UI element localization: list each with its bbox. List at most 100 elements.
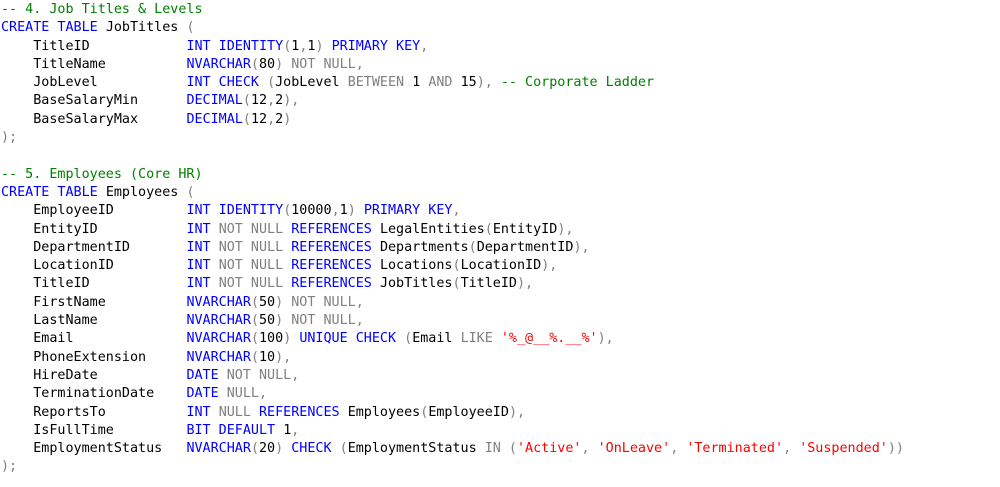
code-token: NOT NULL	[218, 276, 292, 292]
code-line[interactable]: TerminationDate DATE NULL,	[0, 385, 1000, 403]
code-token: )	[283, 331, 300, 347]
code-token: ),	[573, 239, 590, 255]
code-token: (	[250, 441, 259, 457]
code-line[interactable]: FirstName NVARCHAR(50) NOT NULL,	[0, 294, 1000, 312]
code-line[interactable]: EntityID INT NOT NULL REFERENCES LegalEn…	[0, 221, 1000, 239]
code-line[interactable]: HireDate DATE NOT NULL,	[0, 367, 1000, 385]
code-line[interactable]: ​	[0, 147, 1000, 165]
code-token: JobTitles	[379, 276, 453, 292]
code-line[interactable]: EmployeeID INT IDENTITY(10000,1) PRIMARY…	[0, 202, 1000, 220]
code-line[interactable]: PhoneExtension NVARCHAR(10),	[0, 349, 1000, 367]
code-token: ),	[275, 349, 292, 365]
code-token: INT CHECK	[186, 75, 268, 91]
code-token: AND	[428, 75, 461, 91]
code-token: EmployeeID	[428, 404, 509, 420]
code-token: ReportsTo	[1, 404, 187, 420]
code-line[interactable]: CREATE TABLE Employees (	[0, 184, 1000, 202]
code-token: ,	[670, 441, 687, 457]
code-line[interactable]: CREATE TABLE JobTitles (	[0, 19, 1000, 37]
code-line[interactable]: ReportsTo INT NULL REFERENCES Employees(…	[0, 404, 1000, 422]
sql-code-editor[interactable]: -- 4. Job Titles & Levels CREATE TABLE Jo…	[0, 0, 1000, 487]
code-line[interactable]: TitleID INT IDENTITY(1,1) PRIMARY KEY,	[0, 38, 1000, 56]
code-token: ),	[541, 258, 558, 274]
code-token: IN (	[484, 441, 517, 457]
code-token: INT	[186, 239, 219, 255]
code-token: TitleID	[460, 276, 517, 292]
code-token: ) NOT NULL,	[275, 313, 364, 329]
code-token: ),	[283, 93, 300, 109]
code-token: (	[250, 294, 259, 310]
code-token: (	[250, 331, 259, 347]
code-token: )	[283, 111, 292, 127]
code-token: ,	[581, 441, 598, 457]
code-token: 50	[259, 294, 276, 310]
code-token: DECIMAL	[186, 111, 243, 127]
code-token: INT IDENTITY	[186, 203, 284, 219]
code-token: TitleName	[1, 56, 187, 72]
code-line[interactable]: BaseSalaryMax DECIMAL(12,2)	[0, 111, 1000, 129]
code-line[interactable]: BaseSalaryMin DECIMAL(12,2),	[0, 92, 1000, 110]
code-line[interactable]: JobLevel INT CHECK (JobLevel BETWEEN 1 A…	[0, 74, 1000, 92]
code-token: DATE	[186, 367, 227, 383]
code-token: '%_@__%.__%'	[500, 331, 598, 347]
code-token: ,	[291, 422, 300, 438]
code-token: REFERENCES	[291, 276, 380, 292]
code-token: LastName	[1, 313, 187, 329]
code-line[interactable]: DepartmentID INT NOT NULL REFERENCES Dep…	[0, 239, 1000, 257]
code-token: PRIMARY KEY	[363, 203, 453, 219]
code-token: EmploymentStatus	[1, 441, 187, 457]
code-token: (	[339, 441, 348, 457]
code-token: LocationID	[1, 258, 187, 274]
code-line[interactable]: LocationID INT NOT NULL REFERENCES Locat…	[0, 257, 1000, 275]
code-token: (	[186, 20, 195, 36]
code-token: ,	[267, 93, 276, 109]
code-token: DepartmentID	[476, 239, 574, 255]
code-token: 12	[250, 111, 268, 127]
code-token: BaseSalaryMin	[1, 93, 187, 109]
code-token: 'Active'	[517, 441, 582, 457]
code-token: (	[468, 239, 477, 255]
code-token: ,	[783, 441, 800, 457]
code-token: REFERENCES	[259, 404, 348, 420]
code-token: ,	[331, 203, 340, 219]
code-token: NOT NULL,	[226, 367, 300, 383]
code-token: LocationID	[460, 258, 542, 274]
code-token: 'Terminated'	[686, 441, 784, 457]
code-token: NVARCHAR	[186, 441, 251, 457]
code-line[interactable]: );	[0, 129, 1000, 147]
code-token: NULL	[218, 404, 259, 420]
code-line[interactable]: );	[0, 458, 1000, 476]
code-token: (	[267, 75, 276, 91]
code-token: ),	[508, 404, 526, 420]
code-token: TerminationDate	[1, 386, 187, 402]
code-token: NOT NULL	[218, 221, 292, 237]
code-token: TitleID	[1, 276, 187, 292]
code-token: CHECK	[291, 441, 340, 457]
code-token: Email	[1, 331, 187, 347]
code-token: DECIMAL	[186, 93, 243, 109]
code-line[interactable]: -- 4. Job Titles & Levels	[0, 1, 1000, 19]
code-token: PRIMARY KEY	[331, 38, 421, 54]
code-token: )	[315, 38, 332, 54]
code-line[interactable]: TitleName NVARCHAR(80) NOT NULL,	[0, 56, 1000, 74]
code-token: )	[275, 441, 292, 457]
code-token: UNIQUE CHECK	[299, 331, 405, 347]
code-token: INT	[186, 276, 219, 292]
code-token: -- Corporate Ladder	[500, 75, 655, 91]
code-token: 15	[460, 75, 477, 91]
code-token: ) NOT NULL,	[275, 294, 364, 310]
code-line[interactable]: EmploymentStatus NVARCHAR(20) CHECK (Emp…	[0, 440, 1000, 458]
code-token: (	[250, 313, 259, 329]
code-line[interactable]: Email NVARCHAR(100) UNIQUE CHECK (Email …	[0, 330, 1000, 348]
code-token: ),	[476, 75, 501, 91]
code-token: BETWEEN	[347, 75, 413, 91]
code-line[interactable]: -- 5. Employees (Core HR)	[0, 166, 1000, 184]
code-line[interactable]: IsFullTime BIT DEFAULT 1,	[0, 422, 1000, 440]
code-line[interactable]: LastName NVARCHAR(50) NOT NULL,	[0, 312, 1000, 330]
code-token: NVARCHAR	[186, 331, 251, 347]
code-token: JobLevel	[1, 75, 187, 91]
code-line[interactable]: TitleID INT NOT NULL REFERENCES JobTitle…	[0, 275, 1000, 293]
code-token: ,	[267, 111, 276, 127]
code-token: (	[242, 111, 251, 127]
code-token: BIT DEFAULT	[186, 422, 284, 438]
